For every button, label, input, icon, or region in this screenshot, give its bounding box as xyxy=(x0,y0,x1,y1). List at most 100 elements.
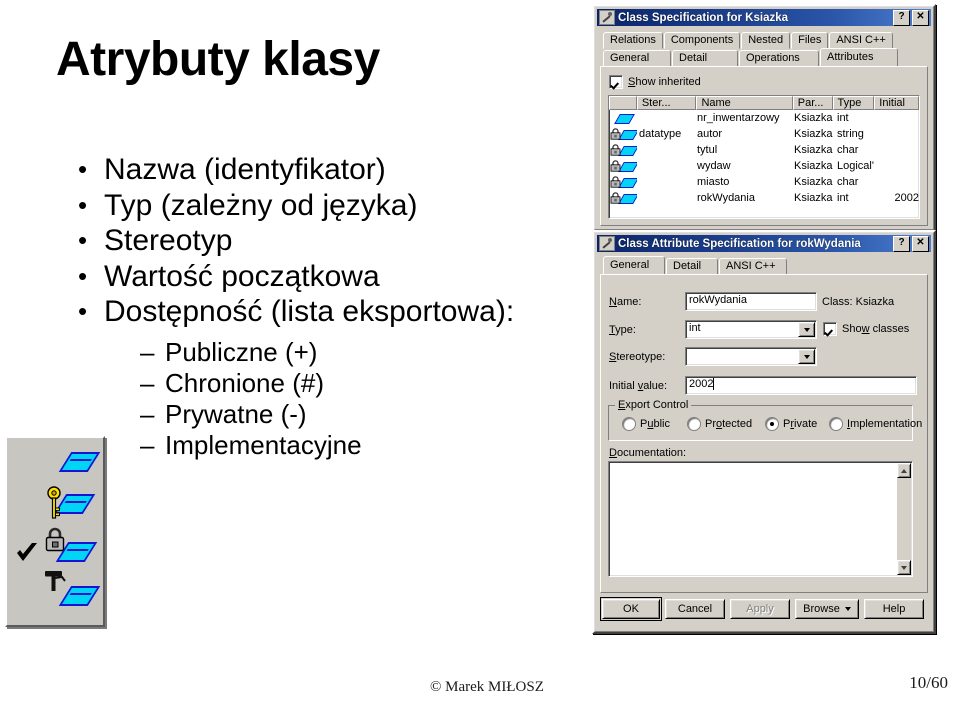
help-titlebar-button[interactable]: ? xyxy=(893,235,910,252)
sub-bullet-marker: – xyxy=(140,336,155,367)
tab-bar[interactable]: General Detail ANSI C++ xyxy=(603,256,788,275)
ok-button[interactable]: OK xyxy=(600,597,662,621)
dialog-button-bar: OK Cancel Apply Browse Help xyxy=(600,597,924,621)
stereotype-label: Stereotype: xyxy=(609,351,666,363)
scrollbar-vertical[interactable] xyxy=(897,463,911,575)
tab-general[interactable]: General xyxy=(603,50,671,67)
titlebar[interactable]: Class Attribute Specification for rokWyd… xyxy=(597,235,931,252)
cell-type: Logical' xyxy=(837,160,874,172)
table-row[interactable]: datatype autor Ksiazka string xyxy=(609,126,919,142)
tab-bar-row-2[interactable]: General Detail Operations Attributes xyxy=(603,48,899,67)
table-row[interactable]: wydaw Ksiazka Logical' xyxy=(609,158,919,174)
radio-button[interactable] xyxy=(765,417,779,431)
tab-operations[interactable]: Operations xyxy=(739,50,819,67)
list-item: • Typ (zależny od języka) xyxy=(78,190,548,222)
list-item: • Stereotyp xyxy=(78,225,548,257)
checkbox-box[interactable] xyxy=(609,75,623,89)
name-label: Name: xyxy=(609,296,642,308)
list-item: – Prywatne (-) xyxy=(78,400,548,428)
column-header-name[interactable]: Name xyxy=(696,96,793,110)
show-inherited-checkbox[interactable]: SShow inheritedhow inherited xyxy=(609,75,701,89)
footer-page-number: 10/60 xyxy=(909,673,948,692)
radio-private[interactable]: Private xyxy=(765,417,817,431)
documentation-textarea[interactable] xyxy=(608,461,913,577)
browse-label: Browse xyxy=(803,603,840,615)
close-icon[interactable]: ✕ xyxy=(912,235,929,252)
sub-bullet-marker: – xyxy=(140,368,155,398)
chevron-down-icon[interactable] xyxy=(798,322,815,337)
list-item: • Wartość początkowa xyxy=(78,261,548,293)
table-row[interactable]: tytul Ksiazka char xyxy=(609,142,919,158)
export-control-legend: Export Control xyxy=(615,399,692,411)
table-row[interactable]: rokWydania Ksiazka int 2002 xyxy=(609,190,919,206)
type-value: int xyxy=(689,322,701,334)
tab-components[interactable]: Components xyxy=(663,32,741,49)
name-value: rokWydania xyxy=(689,294,747,306)
radio-button[interactable] xyxy=(622,417,636,431)
radio-protected[interactable]: Protected xyxy=(687,417,752,431)
diamond-icon xyxy=(609,111,637,125)
class-label: Class: Ksiazka xyxy=(822,296,895,308)
column-header-type[interactable]: Type xyxy=(832,96,875,110)
help-button[interactable]: Help xyxy=(864,599,924,619)
bullet-marker: • xyxy=(78,154,88,184)
radio-button[interactable] xyxy=(829,417,843,431)
tab-ansi-cpp[interactable]: ANSI C++ xyxy=(719,258,787,275)
checkbox-box[interactable] xyxy=(823,322,837,336)
tab-bar-row-1[interactable]: Relations Components Nested Files ANSI C… xyxy=(603,32,894,49)
table-header-row: Ster... Name Par... Type Initial xyxy=(609,96,919,110)
table-row[interactable]: nr_inwentarzowy Ksiazka int xyxy=(609,110,919,126)
radio-public[interactable]: Public xyxy=(622,417,670,431)
radio-button[interactable] xyxy=(687,417,701,431)
column-header-initial[interactable]: Initial xyxy=(874,96,919,110)
radio-implementation[interactable]: Implementation xyxy=(829,417,922,431)
bullet-text: Nazwa (identyfikator) xyxy=(104,153,386,186)
cell-parent: Ksiazka xyxy=(794,112,833,124)
tab-general[interactable]: General xyxy=(603,256,665,275)
chevron-down-icon[interactable] xyxy=(798,349,815,364)
tab-nested[interactable]: Nested xyxy=(741,32,791,49)
tab-ansi-cpp[interactable]: ANSI C++ xyxy=(829,32,893,49)
tab-detail[interactable]: Detail xyxy=(666,258,718,275)
close-icon[interactable]: ✕ xyxy=(912,9,929,26)
column-header-par[interactable]: Par... xyxy=(792,96,833,110)
name-input[interactable]: rokWydania xyxy=(685,292,817,311)
class-attribute-specification-dialog[interactable]: Class Attribute Specification for rokWyd… xyxy=(592,230,936,634)
bullet-text: Dostępność (lista eksportowa): xyxy=(104,295,515,329)
cell-parent: Ksiazka xyxy=(794,176,833,188)
titlebar[interactable]: Class Specification for Ksiazka ? ✕ xyxy=(597,9,931,26)
cancel-button[interactable]: Cancel xyxy=(665,599,725,619)
tab-attributes[interactable]: Attributes xyxy=(820,48,898,67)
initial-value-input[interactable]: 2002 xyxy=(685,376,917,395)
cell-name: miasto xyxy=(697,176,730,188)
type-combobox[interactable]: int xyxy=(685,320,817,339)
list-item: – Publiczne (+) xyxy=(78,336,548,367)
stereotype-combobox[interactable] xyxy=(685,347,817,366)
app-icon xyxy=(599,236,615,251)
initial-value-label: Initial value: xyxy=(609,380,668,392)
browse-button[interactable]: Browse xyxy=(795,599,859,619)
cell-parent: Ksiazka xyxy=(794,192,833,204)
tab-files[interactable]: Files xyxy=(791,32,829,49)
class-specification-dialog[interactable]: Class Specification for Ksiazka ? ✕ Rela… xyxy=(592,4,936,232)
cell-parent: Ksiazka xyxy=(794,144,833,156)
attributes-tab-page: SShow inheritedhow inherited Ster... Nam… xyxy=(600,66,928,226)
tab-detail[interactable]: Detail xyxy=(672,50,738,67)
column-header-ster[interactable]: Ster... xyxy=(636,96,697,110)
cell-stereotype: datatype xyxy=(639,128,682,140)
scroll-up-button[interactable] xyxy=(897,463,911,478)
tab-relations[interactable]: Relations xyxy=(603,32,663,49)
bullet-list: • Nazwa (identyfikator) • Typ (zależny o… xyxy=(78,153,548,463)
visibility-legend-panel xyxy=(5,436,105,627)
attributes-list[interactable]: Ster... Name Par... Type Initial nr_inwe… xyxy=(608,95,920,219)
apply-button: Apply xyxy=(730,599,790,619)
sub-bullet-text: Implementacyjne xyxy=(165,430,362,461)
scroll-down-button[interactable] xyxy=(897,560,911,575)
column-header-icon[interactable] xyxy=(609,96,637,110)
cell-name: nr_inwentarzowy xyxy=(697,112,780,124)
help-titlebar-button[interactable]: ? xyxy=(893,9,910,26)
radio-implementation-label: Implementation xyxy=(847,418,923,430)
table-row[interactable]: miasto Ksiazka char xyxy=(609,174,919,190)
show-classes-checkbox[interactable]: Show classes xyxy=(823,322,909,336)
key-icon xyxy=(47,486,61,519)
